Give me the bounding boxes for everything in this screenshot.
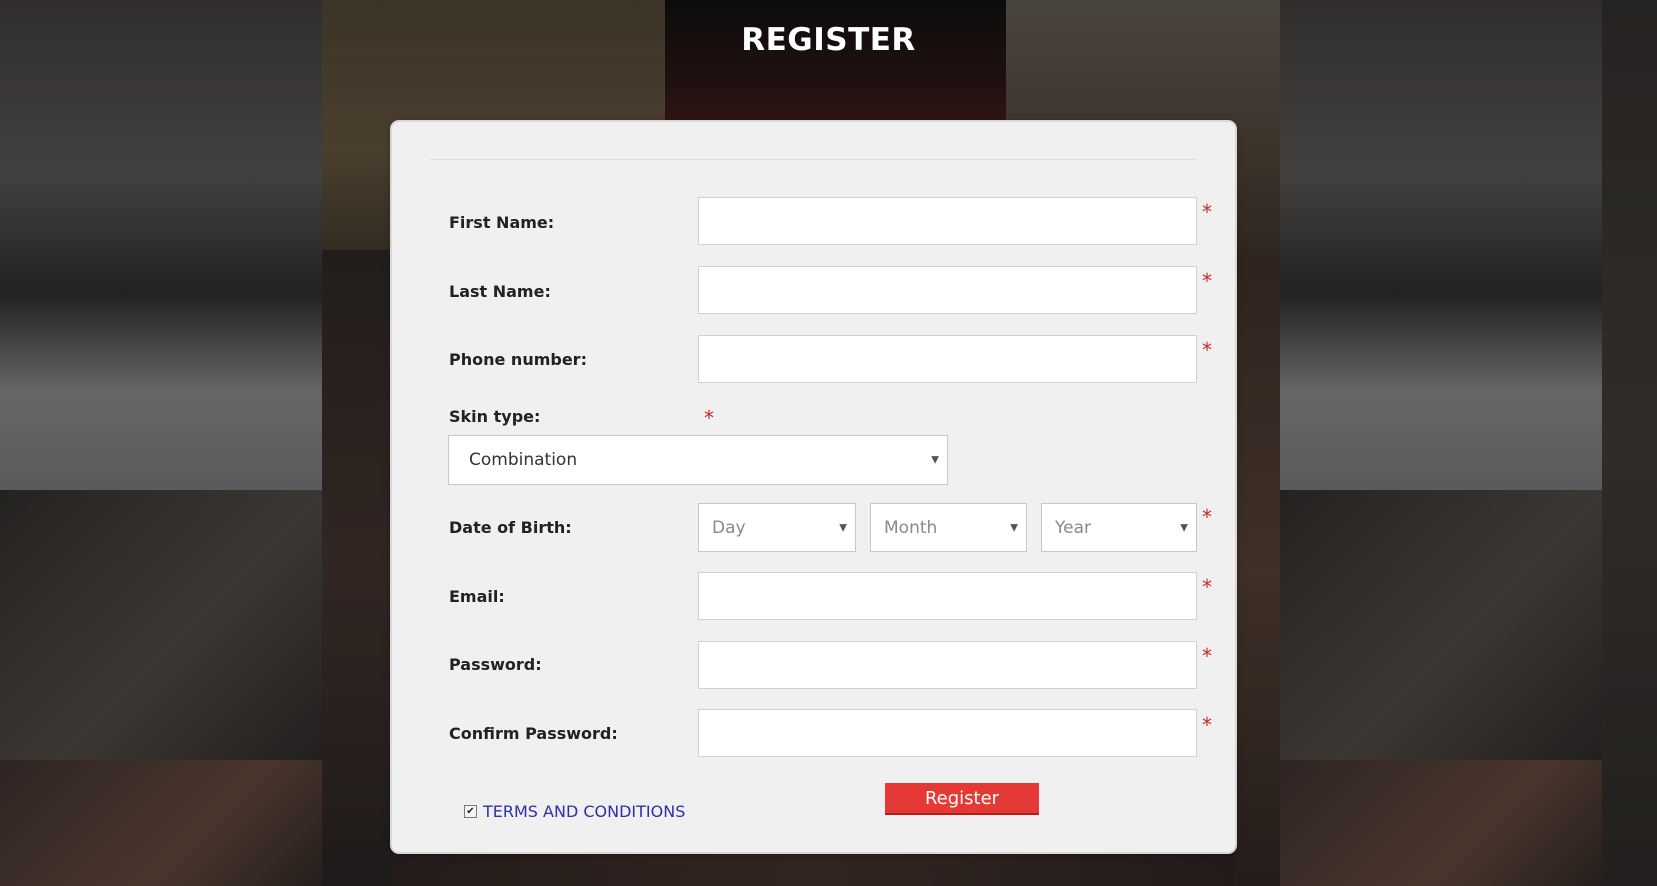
email-input[interactable]	[698, 572, 1197, 620]
chevron-down-icon: ▼	[931, 454, 939, 466]
first-name-required-mark: *	[1202, 200, 1212, 224]
divider	[430, 159, 1197, 160]
first-name-label: First Name:	[449, 213, 555, 232]
date-of-birth-label: Date of Birth:	[449, 518, 572, 537]
password-required-mark: *	[1202, 644, 1212, 668]
dob-year-value: Year	[1055, 517, 1091, 538]
chevron-down-icon: ▼	[1180, 522, 1188, 533]
confirm-password-input[interactable]	[698, 709, 1197, 757]
terms-checkbox[interactable]: ✔	[464, 805, 477, 818]
password-label: Password:	[449, 655, 542, 674]
dob-required-mark: *	[1202, 505, 1212, 529]
confirm-password-required-mark: *	[1202, 713, 1212, 737]
dob-month-value: Month	[884, 517, 938, 538]
skin-type-selected-value: Combination	[469, 450, 578, 470]
confirm-password-label: Confirm Password:	[449, 724, 618, 743]
email-label: Email:	[449, 587, 505, 606]
last-name-required-mark: *	[1202, 269, 1212, 293]
chevron-down-icon: ▼	[1010, 522, 1018, 533]
password-input[interactable]	[698, 641, 1197, 689]
chevron-down-icon: ▼	[839, 522, 847, 533]
page-title: REGISTER	[741, 22, 916, 58]
last-name-input[interactable]	[698, 266, 1197, 314]
dob-year-select[interactable]: Year ▼	[1041, 503, 1197, 552]
skin-type-label: Skin type:	[449, 407, 541, 426]
email-required-mark: *	[1202, 575, 1212, 599]
skin-type-select[interactable]: Combination ▼	[448, 435, 948, 485]
dob-day-value: Day	[712, 517, 746, 538]
phone-number-required-mark: *	[1202, 338, 1212, 362]
last-name-label: Last Name:	[449, 282, 551, 301]
phone-number-label: Phone number:	[449, 350, 587, 369]
register-button[interactable]: Register	[885, 783, 1039, 815]
dob-day-select[interactable]: Day ▼	[698, 503, 856, 552]
phone-number-input[interactable]	[698, 335, 1197, 383]
register-form-card: First Name: * Last Name: * Phone number:…	[392, 122, 1235, 852]
terms-row: ✔ TERMS AND CONDITIONS	[464, 802, 685, 821]
terms-and-conditions-link[interactable]: TERMS AND CONDITIONS	[483, 802, 685, 821]
skin-type-required-mark: *	[704, 406, 714, 430]
dob-month-select[interactable]: Month ▼	[870, 503, 1027, 552]
first-name-input[interactable]	[698, 197, 1197, 245]
